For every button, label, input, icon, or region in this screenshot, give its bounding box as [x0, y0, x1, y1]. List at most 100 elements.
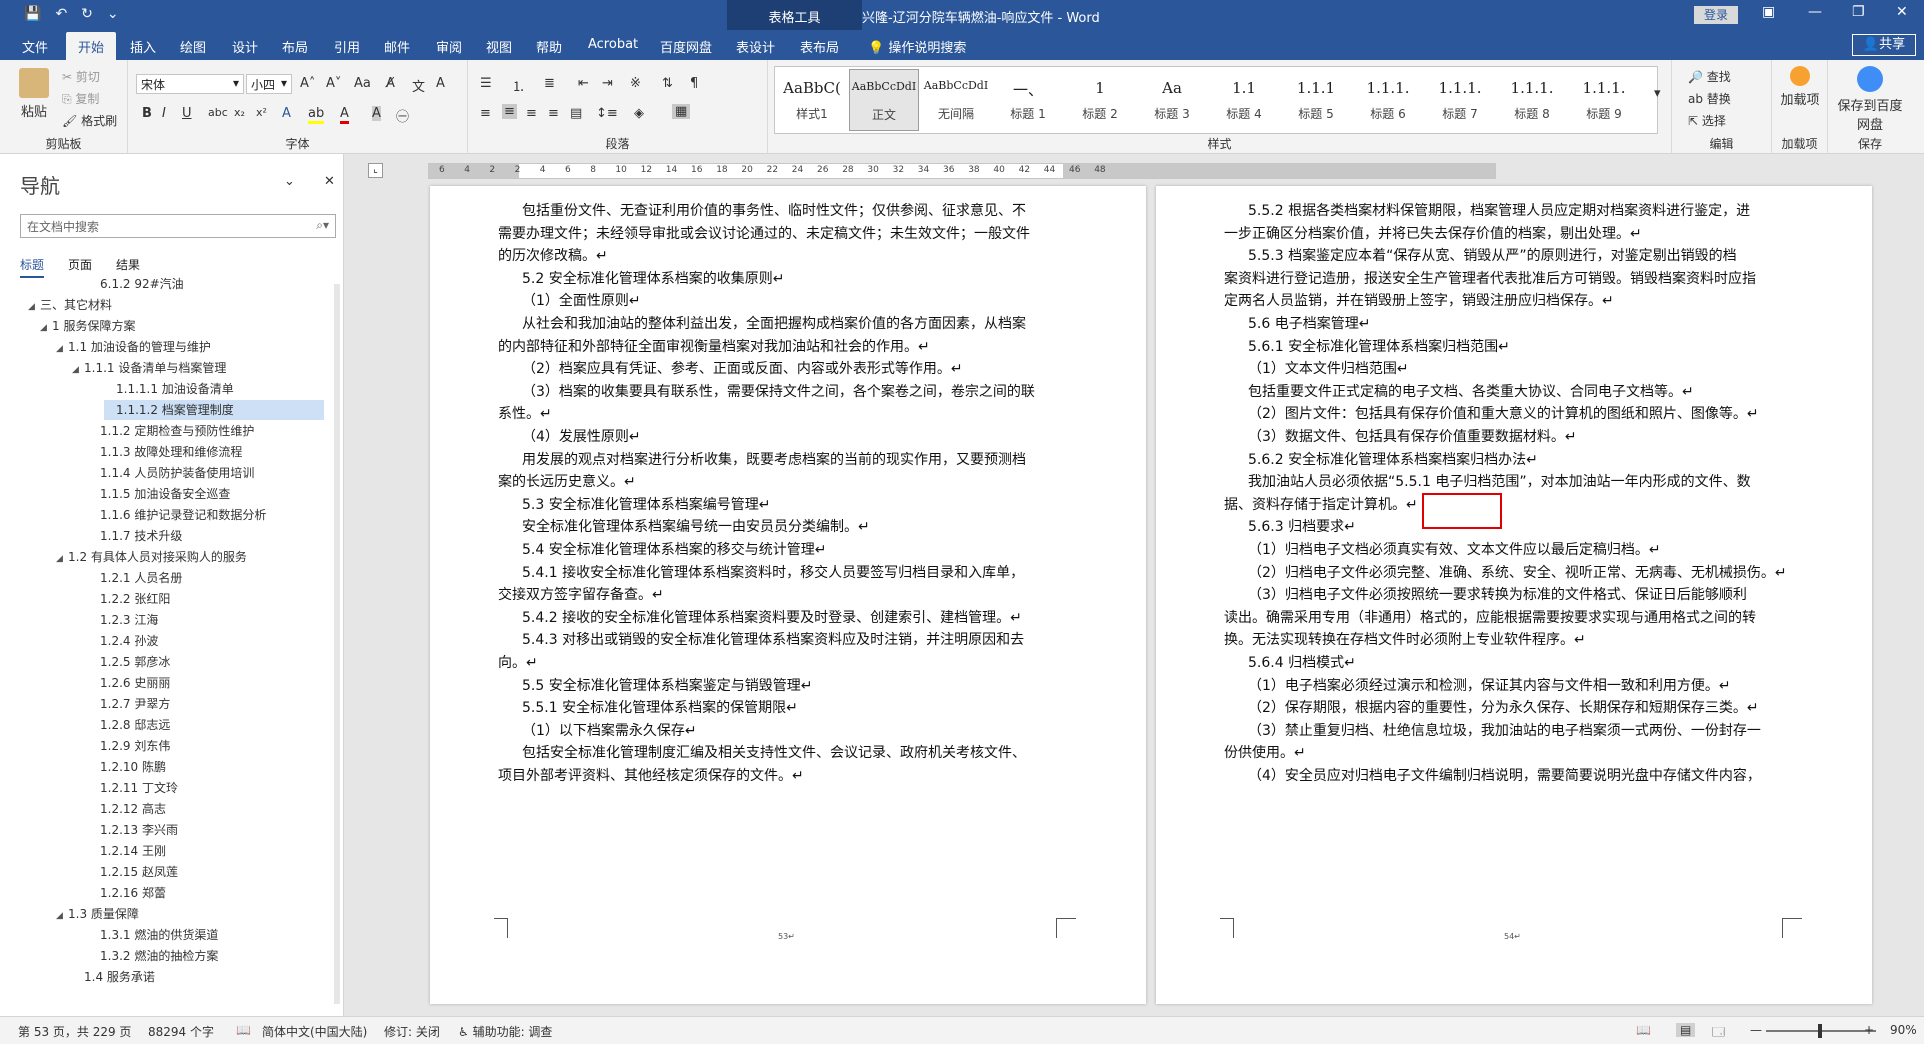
nav-item[interactable]: 1.2.6 史丽丽: [88, 673, 170, 693]
nav-item[interactable]: 1.3.1 燃油的供货渠道: [88, 925, 218, 945]
tab-stop-selector[interactable]: ⌞: [368, 163, 383, 178]
nav-item[interactable]: 1.2.4 孙波: [88, 631, 158, 651]
nav-item[interactable]: 1.1.1.2 档案管理制度: [104, 400, 324, 420]
web-layout-icon[interactable]: 🗔: [1712, 1023, 1725, 1044]
zoom-slider-thumb[interactable]: [1818, 1024, 1822, 1038]
superscript-icon[interactable]: x²: [256, 106, 267, 119]
redo-icon[interactable]: ↻: [81, 6, 93, 22]
decrease-indent-icon[interactable]: ⇤: [578, 76, 589, 91]
tab-review[interactable]: 审阅: [436, 37, 462, 56]
style-item[interactable]: 1.1.1 标题 5: [1281, 69, 1351, 131]
nav-item[interactable]: 1.2.5 郭彦冰: [88, 652, 170, 672]
read-mode-icon[interactable]: 📖: [1636, 1023, 1651, 1037]
nav-item[interactable]: ◢ 1.1.1 设备清单与档案管理: [72, 358, 226, 378]
align-right-icon[interactable]: ≡: [526, 106, 537, 121]
nav-item[interactable]: 1.2.13 李兴雨: [88, 820, 178, 840]
collapse-triangle-icon[interactable]: ◢: [56, 906, 68, 926]
style-item[interactable]: Aa 标题 3: [1137, 69, 1207, 131]
show-marks-icon[interactable]: ¶: [690, 76, 698, 91]
restore-icon[interactable]: ❐: [1852, 4, 1865, 20]
replace-button[interactable]: ab 替换: [1688, 90, 1731, 107]
tab-file[interactable]: 文件: [22, 37, 48, 56]
collapse-triangle-icon[interactable]: ◢: [72, 360, 84, 380]
tab-baidu[interactable]: 百度网盘: [660, 37, 712, 56]
collapse-triangle-icon[interactable]: ◢: [40, 318, 52, 338]
zoom-out-icon[interactable]: —: [1750, 1023, 1762, 1037]
copy-button[interactable]: ⎘ 复制: [62, 90, 99, 107]
nav-item[interactable]: ◢ 1.3 质量保障: [56, 904, 139, 924]
tell-me-search[interactable]: 💡 操作说明搜索: [868, 37, 966, 56]
change-case-icon[interactable]: Aa: [354, 76, 371, 91]
styles-more-icon[interactable]: ▾: [1654, 86, 1661, 101]
nav-item[interactable]: 1.2.16 郑蕾: [88, 883, 166, 903]
collapse-triangle-icon[interactable]: ◢: [28, 297, 40, 317]
shading-icon[interactable]: ◈: [634, 106, 644, 121]
borders-icon[interactable]: ▦: [672, 104, 691, 119]
style-item[interactable]: 1.1.1. 标题 6: [1353, 69, 1423, 131]
customize-qat-icon[interactable]: ⌄: [107, 6, 119, 22]
addins-button[interactable]: 加载项: [1776, 66, 1824, 108]
nav-item[interactable]: 1.2.14 王刚: [88, 841, 166, 861]
nav-item[interactable]: 1.2.7 尹翠方: [88, 694, 170, 714]
sort-icon[interactable]: ⇅: [662, 76, 673, 91]
zoom-level[interactable]: 90%: [1890, 1023, 1917, 1037]
nav-item[interactable]: 1.1.2 定期检查与预防性维护: [88, 421, 254, 441]
underline-icon[interactable]: U: [182, 106, 192, 121]
tab-table-design[interactable]: 表设计: [736, 37, 775, 56]
chevron-down-icon[interactable]: ⌄: [284, 174, 295, 189]
highlight-icon[interactable]: ab: [308, 106, 325, 124]
print-layout-icon[interactable]: ▤: [1676, 1023, 1696, 1037]
style-item[interactable]: 1.1.1. 标题 7: [1425, 69, 1495, 131]
tab-table-layout[interactable]: 表布局: [800, 37, 839, 56]
tab-draw[interactable]: 绘图: [180, 37, 206, 56]
save-to-baidu-button[interactable]: 保存到百度网盘: [1832, 66, 1908, 133]
nav-item[interactable]: 1.2.15 赵凤莲: [88, 862, 178, 882]
style-item[interactable]: 一、 标题 1: [993, 69, 1063, 131]
nav-item[interactable]: 1.1.6 维护记录登记和数据分析: [88, 505, 266, 525]
nav-item[interactable]: 1.4 服务承诺: [72, 967, 155, 987]
text-effects-icon[interactable]: A: [282, 106, 291, 121]
tab-insert[interactable]: 插入: [130, 37, 156, 56]
italic-icon[interactable]: I: [162, 106, 166, 121]
word-count[interactable]: 88294 个字: [148, 1023, 214, 1040]
tab-help[interactable]: 帮助: [536, 37, 562, 56]
nav-item[interactable]: 1.2.11 丁文玲: [88, 778, 178, 798]
login-button[interactable]: 登录: [1694, 6, 1738, 24]
font-name-combo[interactable]: 宋体 ▾: [136, 74, 244, 94]
horizontal-ruler[interactable]: 6 4 2 2 4 6 8 10 12 14 16 18 20 22 24 26 28 30 32 34 36 38 40 4…: [428, 163, 1496, 179]
nav-item[interactable]: 1.1.4 人员防护装备使用培训: [88, 463, 254, 483]
nav-item[interactable]: 1.1.1.1 加油设备清单: [104, 379, 234, 399]
clear-format-icon[interactable]: A̸: [386, 76, 395, 91]
nav-item[interactable]: 1.2.8 邸志远: [88, 715, 170, 735]
cut-button[interactable]: ✂ 剪切: [62, 68, 100, 85]
shrink-font-icon[interactable]: A˅: [326, 76, 341, 91]
nav-item[interactable]: ◢ 1.1 加油设备的管理与维护: [56, 337, 211, 357]
tab-references[interactable]: 引用: [334, 37, 360, 56]
share-button[interactable]: 👤共享: [1852, 34, 1916, 56]
zoom-in-icon[interactable]: +: [1864, 1023, 1874, 1037]
char-shading-icon[interactable]: A: [372, 106, 381, 121]
justify-icon[interactable]: ≡: [548, 106, 559, 121]
nav-item[interactable]: 1.3.2 燃油的抽检方案: [88, 946, 218, 966]
subscript-icon[interactable]: x₂: [234, 106, 245, 119]
nav-item[interactable]: 1.1.7 技术升级: [88, 526, 182, 546]
enclose-char-icon[interactable]: ㊀: [396, 106, 409, 125]
nav-item[interactable]: 1.2.10 陈鹏: [88, 757, 166, 777]
proofing-icon[interactable]: 📖: [236, 1023, 251, 1037]
minimize-icon[interactable]: —: [1808, 4, 1822, 20]
nav-item[interactable]: 1.2.1 人员名册: [88, 568, 182, 588]
select-button[interactable]: ⇱ 选择: [1688, 112, 1726, 129]
format-painter-button[interactable]: 🖌 格式刷: [62, 112, 117, 129]
nav-item[interactable]: 1.1.3 故障处理和维修流程: [88, 442, 242, 462]
nav-item[interactable]: ◢ 1.2 有具体人员对接采购人的服务: [56, 547, 247, 567]
paste-button[interactable]: 粘贴: [14, 68, 54, 120]
bold-icon[interactable]: B: [142, 106, 152, 121]
nav-scrollbar[interactable]: [334, 284, 340, 1004]
nav-search-input[interactable]: 在文档中搜索 ⌕▾: [20, 214, 336, 238]
tab-view[interactable]: 视图: [486, 37, 512, 56]
grow-font-icon[interactable]: A˄: [300, 76, 315, 91]
line-spacing-icon[interactable]: ↕≡: [596, 106, 618, 121]
style-item[interactable]: 1.1 标题 4: [1209, 69, 1279, 131]
tab-home[interactable]: 开始: [66, 32, 117, 60]
distributed-icon[interactable]: ▤: [570, 106, 582, 121]
